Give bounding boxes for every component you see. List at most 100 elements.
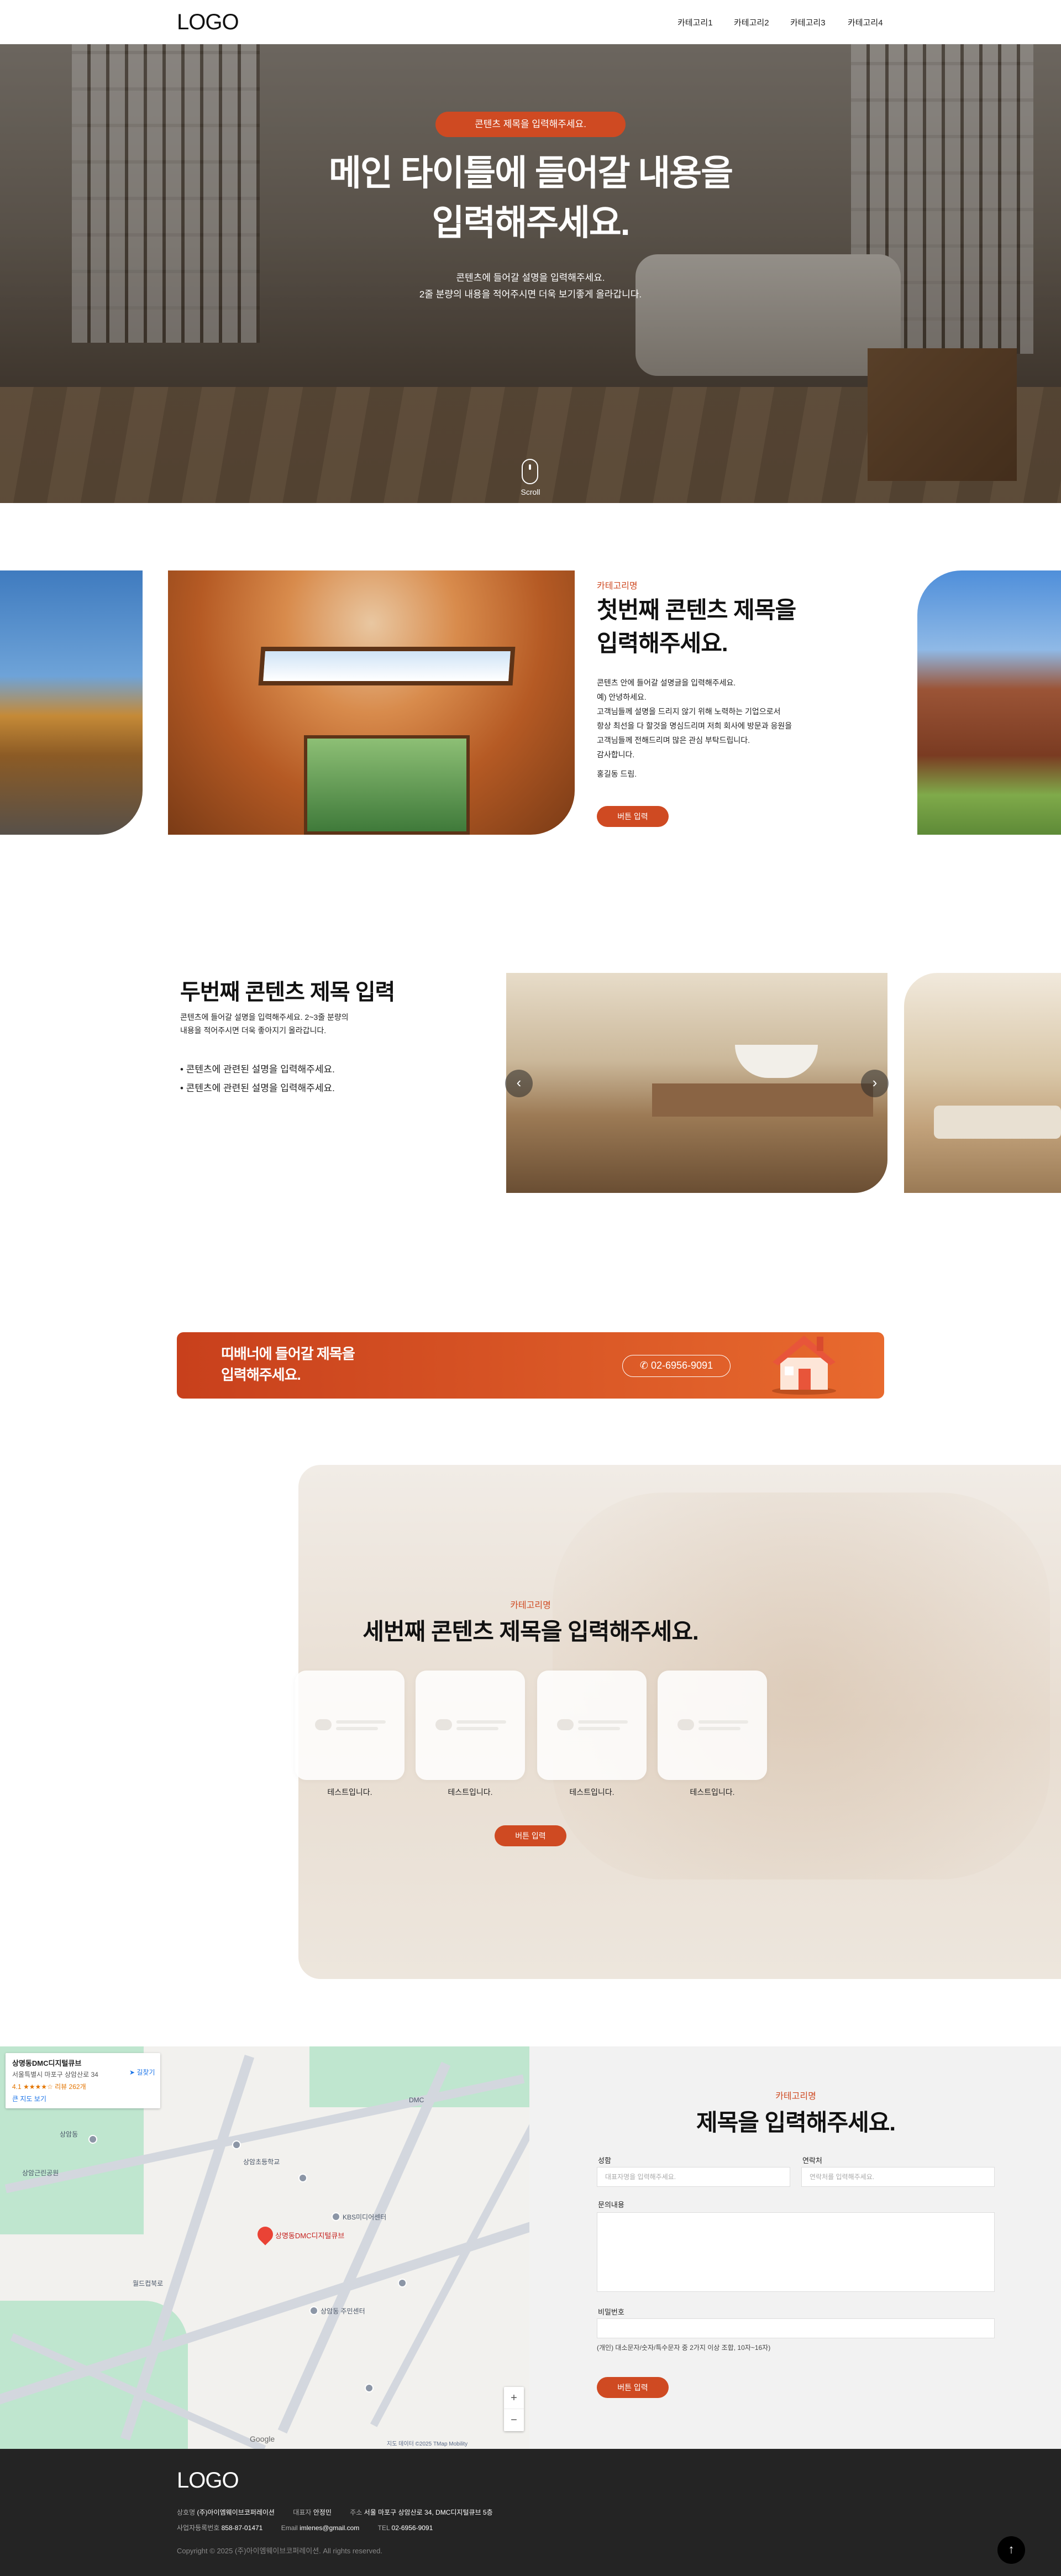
map-label: DMC xyxy=(409,2096,424,2104)
chevron-left-icon: ‹ xyxy=(516,1074,522,1091)
zoom-out-button[interactable]: − xyxy=(504,2409,524,2431)
section1-photo-pavilion xyxy=(0,570,143,835)
footer-value: 858-87-01471 xyxy=(221,2524,263,2532)
card-placeholder-line xyxy=(336,1720,386,1724)
name-input[interactable]: 대표자명을 입력해주세요. xyxy=(597,2167,790,2187)
map-road xyxy=(277,2061,451,2434)
nav-item-2[interactable]: 카테고리2 xyxy=(734,17,769,28)
map-larger-link[interactable]: 큰 지도 보기 xyxy=(12,2094,46,2103)
scroll-label: Scroll xyxy=(521,488,540,496)
inquiry-textarea[interactable] xyxy=(597,2212,995,2292)
footer-value: 안정민 xyxy=(313,2509,332,2516)
card-placeholder-line xyxy=(698,1727,740,1730)
section1-title-line1: 첫번째 콘텐츠 제목을 xyxy=(597,597,796,623)
hero-desc-line1: 콘텐츠에 들어갈 설명을 입력해주세요. xyxy=(456,273,605,283)
banner-title-line2: 입력해주세요. xyxy=(221,1366,301,1383)
map-poi-pin[interactable] xyxy=(232,2140,241,2149)
chevron-right-icon: › xyxy=(872,1074,878,1091)
footer-value: imlenes@gmail.com xyxy=(300,2524,360,2532)
footer-label: Email xyxy=(281,2524,298,2532)
google-logo: Google xyxy=(250,2434,275,2443)
house-icon xyxy=(772,1336,836,1395)
feature-card[interactable] xyxy=(416,1671,525,1780)
section1-body: 콘텐츠 안에 들어갈 설명글을 입력해주세요. 예) 안녕하세요. 고객님들께 … xyxy=(597,676,818,762)
footer-label: TEL xyxy=(377,2524,390,2532)
card-placeholder-icon xyxy=(435,1719,452,1730)
map-attribution: 지도 데이터 ©2025 TMap Mobility xyxy=(387,2441,468,2447)
zoom-in-button[interactable]: + xyxy=(504,2387,524,2409)
banner-title: 띠배너에 들어갈 제목을 입력해주세요. xyxy=(221,1343,355,1385)
section2-bullet: • 콘텐츠에 관련된 설명을 입력해주세요. xyxy=(180,1083,335,1093)
map-place-rating: 4.1 ★★★★☆ 리뷰 262개 xyxy=(12,2083,86,2091)
banner-title-line1: 띠배너에 들어갈 제목을 xyxy=(221,1345,355,1362)
hero-badge: 콘텐츠 제목을 입력해주세요. xyxy=(435,112,626,137)
nav-item-4[interactable]: 카테고리4 xyxy=(848,17,883,28)
footer-label: 주소 xyxy=(350,2509,363,2516)
footer-value: (주)아이엠웨이브코퍼레이션 xyxy=(197,2509,275,2516)
map-directions-link[interactable]: ➤ 길찾기 xyxy=(129,2067,155,2077)
inquiry-label: 문의내용 xyxy=(598,2201,624,2209)
section3-category: 카테고리명 xyxy=(510,1601,551,1610)
map-label: KBS미디어센터 xyxy=(343,2213,387,2221)
section1-signature: 홍길동 드림. xyxy=(597,769,637,778)
logo[interactable]: LOGO xyxy=(177,10,239,35)
footer-label: 사업자등록번호 xyxy=(177,2524,220,2532)
feature-card[interactable] xyxy=(537,1671,647,1780)
hero-title: 메인 타이틀에 들어갈 내용을 입력해주세요. xyxy=(254,148,807,248)
slider-prev-button[interactable]: ‹ xyxy=(505,1070,533,1097)
map-poi-pin[interactable] xyxy=(365,2384,374,2392)
card-placeholder-line xyxy=(578,1727,620,1730)
copyright: Copyright © 2025 (주)아이엠웨이브코퍼레이션. All rig… xyxy=(177,2547,383,2555)
section1-photo-house xyxy=(917,570,1061,835)
scroll-mouse-icon[interactable] xyxy=(522,459,538,484)
map-poi-pin[interactable] xyxy=(332,2212,340,2221)
map-label: 상암동 주민센터 xyxy=(321,2307,365,2315)
feature-card[interactable] xyxy=(658,1671,767,1780)
password-input[interactable] xyxy=(597,2318,995,2338)
hero-title-line2: 입력해주세요. xyxy=(432,203,630,243)
nav-item-3[interactable]: 카테고리3 xyxy=(790,17,826,28)
scroll-top-button[interactable]: ↑ xyxy=(997,2536,1025,2564)
section2-description: 콘텐츠에 들어갈 설명을 입력해주세요. 2~3줄 분량의 내용을 적어주시면 … xyxy=(180,1010,401,1037)
map-label: 상암근린공원 xyxy=(22,2169,59,2177)
phone-input[interactable]: 연락처를 입력해주세요. xyxy=(801,2167,995,2187)
section2-sofa xyxy=(934,1106,1061,1139)
map-label: 상암동 xyxy=(60,2130,78,2138)
footer-info-row: 상호명 (주)아이엠웨이브코퍼레이션 대표자 안정민 주소 서울 마포구 상암산… xyxy=(177,2507,493,2517)
card-placeholder-line xyxy=(456,1720,506,1724)
contact-category: 카테고리명 xyxy=(775,2092,816,2101)
card-placeholder-line xyxy=(456,1727,498,1730)
section2-desc-line1: 콘텐츠에 들어갈 설명을 입력해주세요. 2~3줄 분량의 xyxy=(180,1013,349,1022)
footer-info-row: 사업자등록번호 858-87-01471 Email imlenes@gmail… xyxy=(177,2523,433,2532)
slider-next-button[interactable]: › xyxy=(861,1070,889,1097)
contact-submit-button[interactable]: 버튼 입력 xyxy=(597,2377,669,2398)
map-poi-pin[interactable] xyxy=(298,2174,307,2182)
map-poi-pin[interactable] xyxy=(398,2279,407,2287)
footer-value: 02-6956-9091 xyxy=(391,2524,433,2532)
map-marker-label: 상명동DMC디지털큐브 xyxy=(275,2232,345,2240)
name-label: 성함 xyxy=(598,2156,611,2165)
section2-desc-line2: 내용을 적어주시면 더욱 좋아지기 올라갑니다. xyxy=(180,1026,327,1035)
map-label: 월드컵북로 xyxy=(133,2280,164,2287)
map-place-name: 상명동DMC디지털큐브 xyxy=(12,2059,82,2067)
map-poi-pin[interactable] xyxy=(88,2135,97,2144)
card-placeholder-icon xyxy=(315,1719,332,1730)
card-placeholder-line xyxy=(698,1720,748,1724)
section1-garden-view xyxy=(304,735,470,835)
card-placeholder-icon xyxy=(557,1719,574,1730)
hero-description: 콘텐츠에 들어갈 설명을 입력해주세요. 2줄 분량의 내용을 적어주시면 더욱… xyxy=(309,270,752,303)
password-hint: (개인) 대소문자/숫자/특수문자 중 2가지 이상 조합, 10자~16자) xyxy=(597,2344,771,2352)
banner-phone-button[interactable]: ✆ 02-6956-9091 xyxy=(622,1355,731,1377)
section2-bullet-text: 콘텐츠에 관련된 설명을 입력해주세요. xyxy=(186,1083,335,1093)
section3-button[interactable]: 버튼 입력 xyxy=(495,1825,566,1846)
section2-title: 두번째 콘텐츠 제목 입력 xyxy=(180,980,395,1004)
section1-category: 카테고리명 xyxy=(597,582,638,591)
feature-card[interactable] xyxy=(295,1671,405,1780)
map-poi-pin[interactable] xyxy=(309,2306,318,2315)
hero-title-line1: 메인 타이틀에 들어갈 내용을 xyxy=(329,153,733,193)
map-place-address: 서울특별시 마포구 상암산로 34 xyxy=(12,2071,98,2078)
section1-button[interactable]: 버튼 입력 xyxy=(597,806,669,827)
card-label: 테스트입니다. xyxy=(327,1788,372,1797)
section1-body-line: 예) 안녕하세요. xyxy=(597,693,647,701)
nav-item-1[interactable]: 카테고리1 xyxy=(677,17,713,28)
